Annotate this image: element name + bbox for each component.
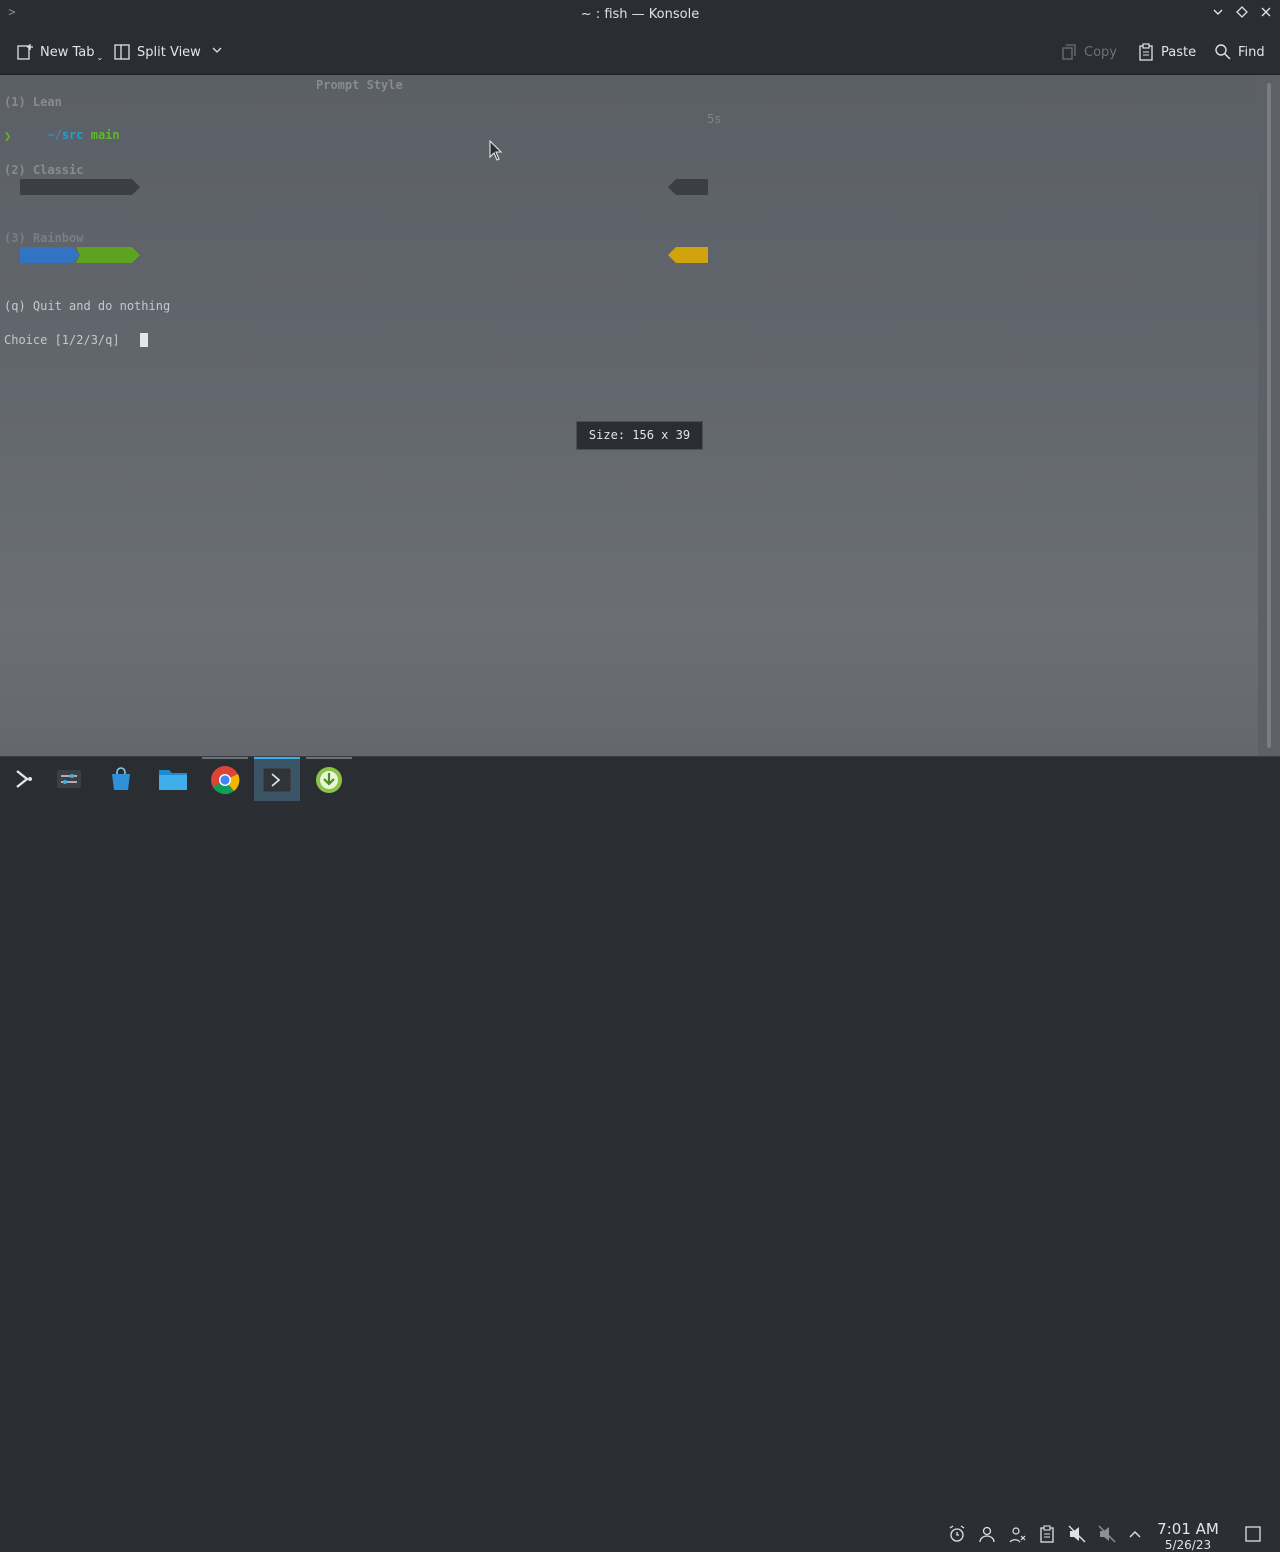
clock[interactable]: 7:01 AM 5/26/23 — [1152, 1521, 1224, 1552]
paste-button[interactable]: Paste — [1137, 42, 1196, 62]
copy-label: Copy — [1084, 44, 1117, 60]
chevron-down-icon[interactable] — [211, 44, 223, 60]
paste-label: Paste — [1161, 44, 1197, 60]
classic-dir: src — [44, 196, 66, 210]
rainbow-dir-segment: ~/src — [20, 247, 80, 263]
lean-duration: 5s — [707, 112, 722, 126]
choice-prompt: Choice [1/2/3/q] — [4, 333, 120, 347]
scrollbar-thumb[interactable] — [1267, 83, 1271, 748]
new-tab-label: New Tab — [40, 44, 95, 60]
konsole-window: > ~ : fish — Konsole New Tab ⌄ Split Vie… — [0, 0, 1280, 756]
minimize-icon[interactable] — [1208, 5, 1228, 25]
terminal-scrollbar[interactable] — [1258, 75, 1280, 756]
rainbow-duration-segment: 5s — [668, 247, 708, 263]
clipboard-icon[interactable] — [1038, 1525, 1056, 1543]
lean-prompt-char: ❯ — [4, 129, 12, 143]
search-icon — [1214, 43, 1232, 61]
lean-dir-prefix: ~/ — [47, 128, 62, 142]
option-rainbow-label: (3) Rainbow — [4, 231, 84, 245]
option-classic-label: (2) Classic — [4, 163, 84, 177]
prompt-style-header: Prompt Style — [316, 78, 403, 92]
tray-expand-icon[interactable] — [1126, 1525, 1144, 1543]
user-icon[interactable] — [978, 1525, 996, 1543]
classic-dir-prefix: ~/ — [28, 196, 43, 210]
kde-connect-icon[interactable] — [1008, 1525, 1026, 1543]
classic-prompt-segment: ~/src ❯ main — [20, 179, 140, 195]
mouse-pointer-icon — [489, 139, 503, 166]
option-lean-label: (1) Lean — [4, 95, 62, 109]
find-button[interactable]: Find — [1214, 42, 1265, 62]
find-label: Find — [1238, 44, 1265, 60]
lean-dir: src — [61, 128, 84, 142]
system-settings-icon[interactable] — [46, 759, 92, 799]
file-manager-icon[interactable] — [150, 759, 196, 799]
konsole-icon[interactable] — [254, 757, 300, 801]
close-icon[interactable] — [1256, 5, 1276, 25]
size-tooltip: Size: 156 x 39 — [576, 421, 703, 450]
clock-date: 5/26/23 — [1164, 1538, 1212, 1552]
classic-branch: main — [92, 196, 121, 210]
terminal-view[interactable]: Prompt Style (1) Lean ~/src main 5s ❯ (2… — [0, 75, 1258, 756]
steam-alarm-icon[interactable] — [948, 1525, 966, 1543]
maximize-icon[interactable] — [1232, 5, 1252, 25]
classic-duration-segment: 5s — [668, 179, 708, 195]
toolbar: New Tab ⌄ Split View Copy Paste Find — [0, 30, 1280, 75]
paste-icon — [1137, 43, 1155, 61]
new-tab-button[interactable]: New Tab ⌄ — [16, 42, 103, 62]
copy-icon — [1060, 43, 1078, 61]
discover-store-icon[interactable] — [98, 759, 144, 799]
rainbow-duration: 5s — [684, 264, 699, 278]
rainbow-branch: main — [91, 264, 120, 278]
split-view-label: Split View — [137, 44, 201, 60]
show-desktop-icon[interactable] — [1244, 1525, 1262, 1543]
split-view-icon — [113, 43, 131, 61]
lean-prompt-line: ~/src main — [4, 111, 119, 142]
lean-branch: main — [90, 128, 120, 142]
text-cursor — [140, 333, 148, 347]
classic-separator-icon: ❯ — [74, 196, 82, 210]
quit-option: (q) Quit and do nothing — [4, 299, 171, 313]
clock-time: 7:01 AM — [1157, 1520, 1219, 1538]
rainbow-branch-segment: main — [76, 247, 140, 263]
chrome-icon[interactable] — [202, 757, 248, 801]
taskbar: 7:01 AM 5/26/23 — [0, 756, 1280, 1552]
copy-button[interactable]: Copy — [1060, 42, 1117, 62]
title-bar[interactable]: > ~ : fish — Konsole — [0, 0, 1280, 30]
classic-duration: 5s — [684, 196, 699, 210]
rainbow-dir: ~/src — [28, 264, 65, 278]
split-view-button[interactable]: Split View — [113, 42, 223, 62]
application-launcher-icon[interactable] — [0, 759, 46, 799]
download-manager-icon[interactable] — [306, 757, 352, 801]
microphone-muted-icon[interactable] — [1098, 1525, 1116, 1543]
new-tab-dropdown-icon[interactable]: ⌄ — [97, 53, 104, 62]
window-title: ~ : fish — Konsole — [580, 7, 700, 22]
new-tab-icon — [16, 43, 34, 61]
volume-muted-icon[interactable] — [1068, 1525, 1086, 1543]
